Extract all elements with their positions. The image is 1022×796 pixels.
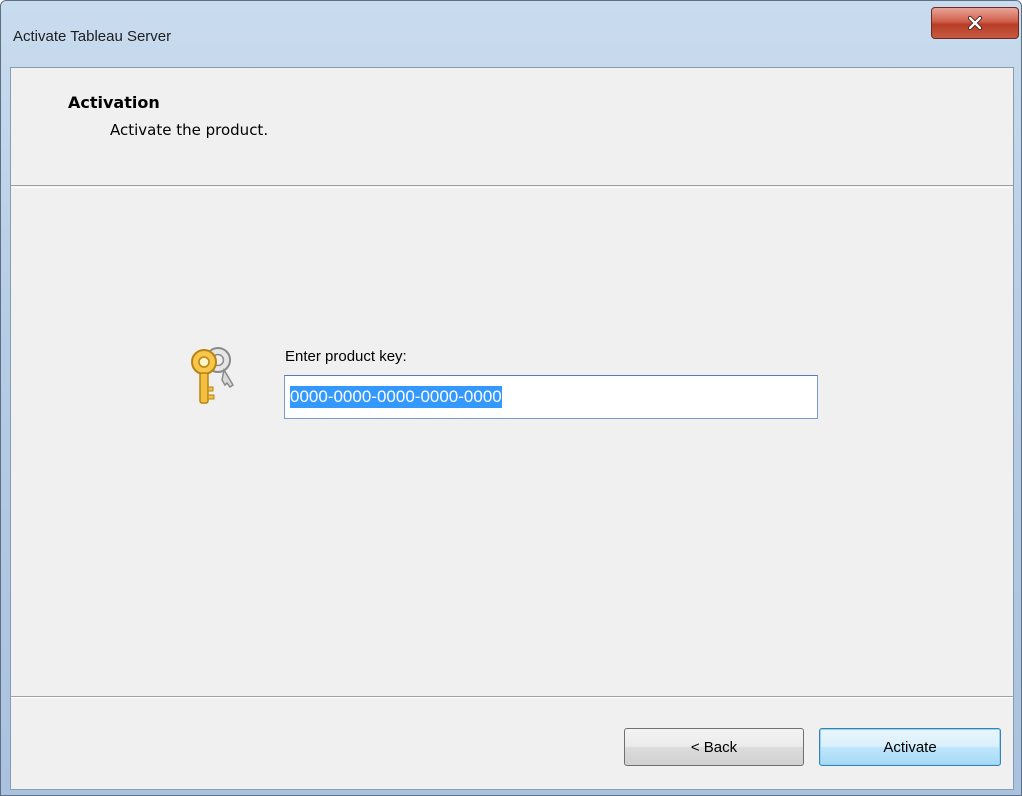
close-button[interactable]: [931, 7, 1019, 39]
back-button[interactable]: < Back: [624, 728, 804, 766]
product-key-label: Enter product key:: [285, 348, 407, 365]
window-title: Activate Tableau Server: [13, 28, 172, 45]
wizard-header: Activation Activate the product.: [11, 68, 1013, 186]
close-icon: [968, 16, 982, 30]
product-key-input[interactable]: 0000-0000-0000-0000-0000: [284, 375, 818, 419]
dialog-client-area: Activation Activate the product. Enter p…: [10, 67, 1014, 790]
activate-button[interactable]: Activate: [819, 728, 1001, 766]
keys-icon: [191, 347, 235, 404]
product-key-value: 0000-0000-0000-0000-0000: [290, 386, 502, 408]
dialog-window: Activate Tableau Server Activation Activ…: [0, 0, 1022, 796]
page-subtitle: Activate the product.: [110, 121, 269, 139]
footer-divider-highlight: [11, 697, 1013, 698]
header-divider: [11, 187, 1013, 188]
page-title: Activation: [68, 93, 160, 112]
title-bar[interactable]: Activate Tableau Server: [1, 1, 1021, 67]
